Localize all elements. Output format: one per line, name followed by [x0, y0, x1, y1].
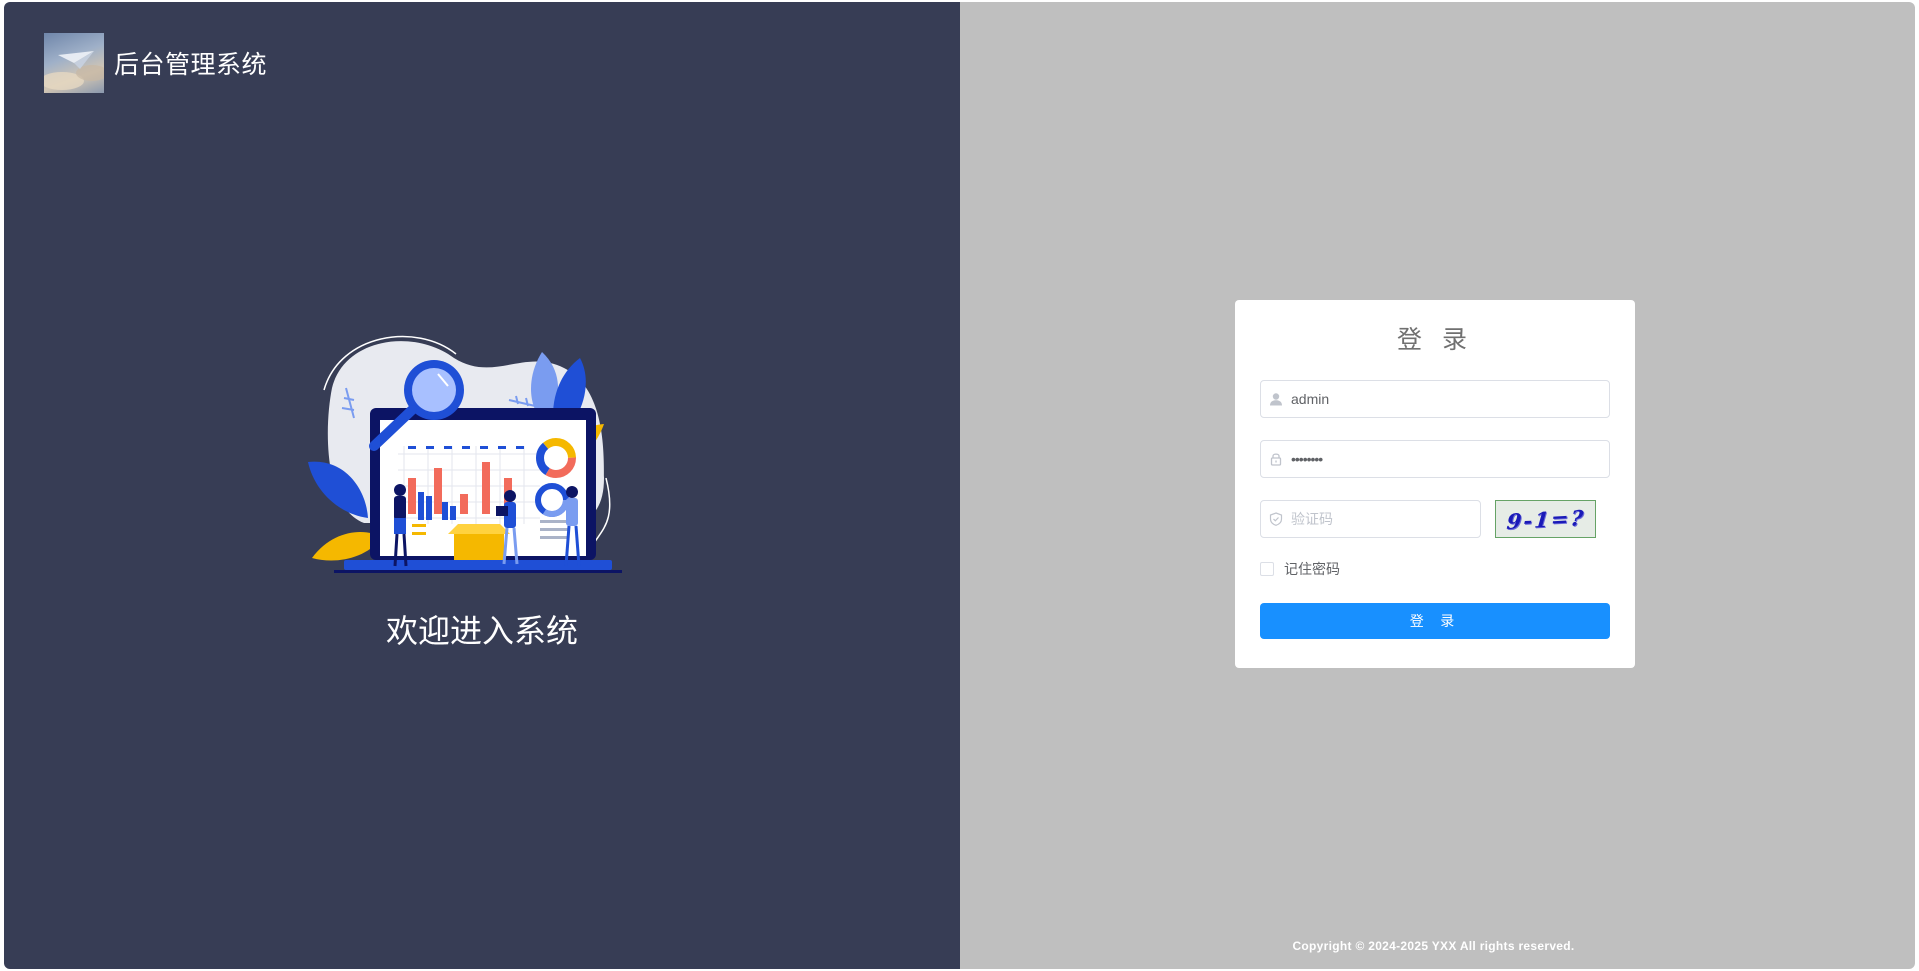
- dashboard-illustration: [304, 328, 664, 580]
- captcha-field[interactable]: 验证码: [1260, 500, 1481, 538]
- user-icon: [1261, 392, 1291, 406]
- lock-icon: [1261, 452, 1291, 466]
- brand-title: 后台管理系统: [114, 50, 268, 79]
- remember-checkbox[interactable]: [1260, 562, 1274, 576]
- login-title: 登 录: [1397, 325, 1473, 354]
- login-button[interactable]: 登 录: [1260, 603, 1610, 639]
- username-value: admin: [1291, 391, 1330, 407]
- brand: 后台管理系统: [44, 33, 267, 93]
- login-card: 登 录 admin •••••••• 验证码 9-1=? 记住密码 登 录: [1235, 300, 1635, 668]
- remember-label[interactable]: 记住密码: [1284, 559, 1340, 579]
- welcome-text: 欢迎进入系统: [385, 612, 578, 650]
- copyright-footer: Copyright © 2024-2025 YXX All rights res…: [1292, 939, 1575, 953]
- shield-icon: [1261, 512, 1291, 526]
- captcha-placeholder: 验证码: [1291, 512, 1333, 528]
- captcha-image-text: 9-1=?: [1505, 504, 1586, 534]
- captcha-row: 验证码 9-1=?: [1260, 500, 1610, 538]
- brand-logo: [44, 33, 104, 93]
- password-field[interactable]: ••••••••: [1260, 440, 1610, 478]
- password-value: ••••••••: [1291, 451, 1323, 467]
- remember-password: 记住密码: [1260, 560, 1610, 578]
- username-field[interactable]: admin: [1260, 380, 1610, 418]
- captcha-image[interactable]: 9-1=?: [1495, 500, 1596, 538]
- left-panel: 后台管理系统 欢迎进入系统: [4, 2, 960, 969]
